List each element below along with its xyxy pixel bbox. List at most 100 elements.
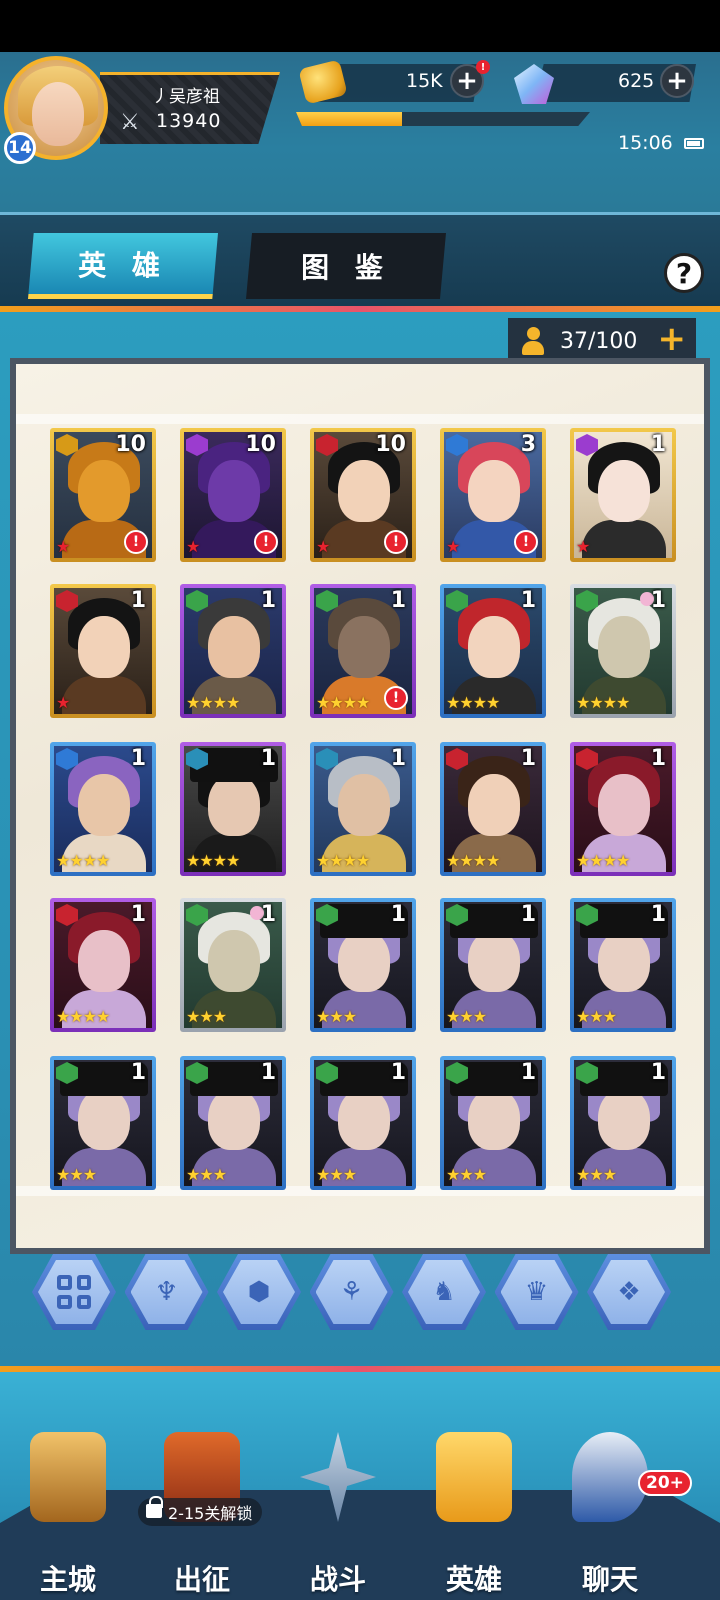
portrait-face [208,460,260,522]
nav-main-city[interactable]: 主城 [8,1412,128,1598]
book-icon [30,1432,106,1522]
hero-level: 10 [375,432,406,457]
hero-card[interactable]: 1 ★★★★ [180,742,286,876]
hero-card[interactable]: 1 ★★★★ [50,742,156,876]
hero-portrait: 1 ★★★★ [574,588,672,714]
portrait-face [208,774,260,836]
hero-stars: ★★★ [56,1165,97,1184]
hero-level: 1 [130,1060,146,1085]
hero-card[interactable]: 1 ★★★★! [310,584,416,718]
help-button[interactable]: ? [664,253,704,293]
portrait-face [598,774,650,836]
avatar-face [32,82,84,146]
hero-card[interactable]: 1 ★★★★ [570,584,676,718]
portrait-face [78,616,130,678]
person-icon [520,327,546,355]
portrait-face [338,930,390,992]
portrait-face [468,616,520,678]
hero-card[interactable]: 1 ★★★★ [180,584,286,718]
add-gems-button[interactable]: + [660,64,694,98]
expand-roster-button[interactable]: + [658,322,687,356]
hero-portrait: 1 ★ [574,432,672,558]
nav-chat[interactable]: 聊天 [550,1412,670,1598]
hero-stars: ★★★★ [576,851,630,870]
hero-level: 1 [260,588,276,613]
hero-card[interactable]: 3 ★! [440,428,546,562]
portrait-face [338,460,390,522]
hero-card[interactable]: 10 ★! [310,428,416,562]
filter-faction-purple-button[interactable]: ♛ [494,1254,579,1330]
hero-stars: ★★★ [446,1165,487,1184]
hero-card[interactable]: 1 ★★★★ [310,742,416,876]
hero-level: 1 [650,432,666,457]
coins-alert-dot: ! [476,60,490,74]
filter-faction-lotus-button[interactable]: ⚘ [309,1254,394,1330]
portrait-face [598,1088,650,1150]
player-power: 13940 [156,110,222,132]
hero-stars: ★★★ [576,1165,617,1184]
hero-level: 1 [650,902,666,927]
hero-card[interactable]: 1 ★ [50,584,156,718]
portrait-face [78,774,130,836]
hero-card[interactable]: 1 ★★★ [310,1056,416,1190]
hero-level: 1 [130,902,146,927]
hero-portrait: 3 ★! [444,432,542,558]
hero-level: 1 [650,1060,666,1085]
nav-label: 主城 [39,1563,96,1596]
hero-portrait: 10 ★! [184,432,282,558]
hero-level: 1 [520,1060,536,1085]
filter-faction-gold-button[interactable]: ❖ [587,1254,671,1330]
filter-faction-blue-button[interactable]: ♆ [124,1254,209,1330]
hero-stars: ★★★ [316,1007,357,1026]
hero-card[interactable]: 1 ★★★★ [50,898,156,1032]
hero-card[interactable]: 1 ★★★★ [440,742,546,876]
hero-portrait: 1 ★★★★ [444,746,542,872]
hero-card[interactable]: 10 ★! [50,428,156,562]
power-swords-icon: ⚔ [120,110,140,135]
hero-level: 1 [390,588,406,613]
tab-heroes[interactable]: 英 雄 [28,233,218,299]
hero-card[interactable]: 1 ★★★★ [440,584,546,718]
hero-stars: ★★★ [186,1165,227,1184]
filter-faction-teal-button[interactable]: ⬢ [217,1254,301,1330]
hero-card[interactable]: 1 ★★★ [440,898,546,1032]
hero-stars: ★ [56,537,70,556]
hero-card[interactable]: 1 ★★★ [50,1056,156,1190]
hero-stars: ★ [316,537,330,556]
hero-portrait: 1 ★ [54,588,152,714]
hero-card[interactable]: 10 ★! [180,428,286,562]
hero-portrait: 1 ★★★ [314,1060,412,1186]
hero-card[interactable]: 1 ★★★ [180,898,286,1032]
nav-battle[interactable]: 战斗 [278,1412,398,1598]
hero-portrait: 1 ★★★★ [54,902,152,1028]
hero-level: 1 [650,588,666,613]
tab-bar: 英 雄 图 鉴 ? [0,212,720,310]
coins-value: 15K [406,70,443,92]
hero-stars: ★★★ [576,1007,617,1026]
filter-faction-beast-button[interactable]: ♞ [402,1254,486,1330]
helmet-icon [436,1432,512,1522]
hero-card[interactable]: 1 ★★★ [440,1056,546,1190]
status-bar [0,0,720,52]
hero-stars: ★ [576,537,590,556]
hero-level: 3 [520,432,536,457]
nav-label: 英雄 [445,1563,502,1596]
hero-portrait: 1 ★★★ [444,902,542,1028]
gems-value: 625 [618,70,655,92]
nav-heroes[interactable]: 英雄 [414,1412,534,1598]
hero-portrait: 1 ★★★★ [444,588,542,714]
portrait-face [468,774,520,836]
lock-text: 2-15关解锁 [168,1504,253,1523]
hero-card[interactable]: 1 ★★★ [570,1056,676,1190]
hero-card[interactable]: 1 ★★★ [310,898,416,1032]
tab-codex[interactable]: 图 鉴 [246,233,446,299]
hero-board: 10 ★! 10 ★! 10 ★! 3 ★! 1 ★ 1 ★ 1 ★★★★ 1 ★★★★! 1 ★★★★ 1 ★★★★… [10,358,710,1254]
clock: 15:06 [618,132,673,154]
hero-card[interactable]: 1 ★★★★ [570,742,676,876]
hero-portrait: 1 ★★★★ [184,588,282,714]
hero-card[interactable]: 1 ★★★ [180,1056,286,1190]
hero-card[interactable]: 1 ★ [570,428,676,562]
faction-purple-icon: ♛ [500,1260,573,1324]
hero-card[interactable]: 1 ★★★ [570,898,676,1032]
filter-all-button[interactable] [32,1254,116,1330]
